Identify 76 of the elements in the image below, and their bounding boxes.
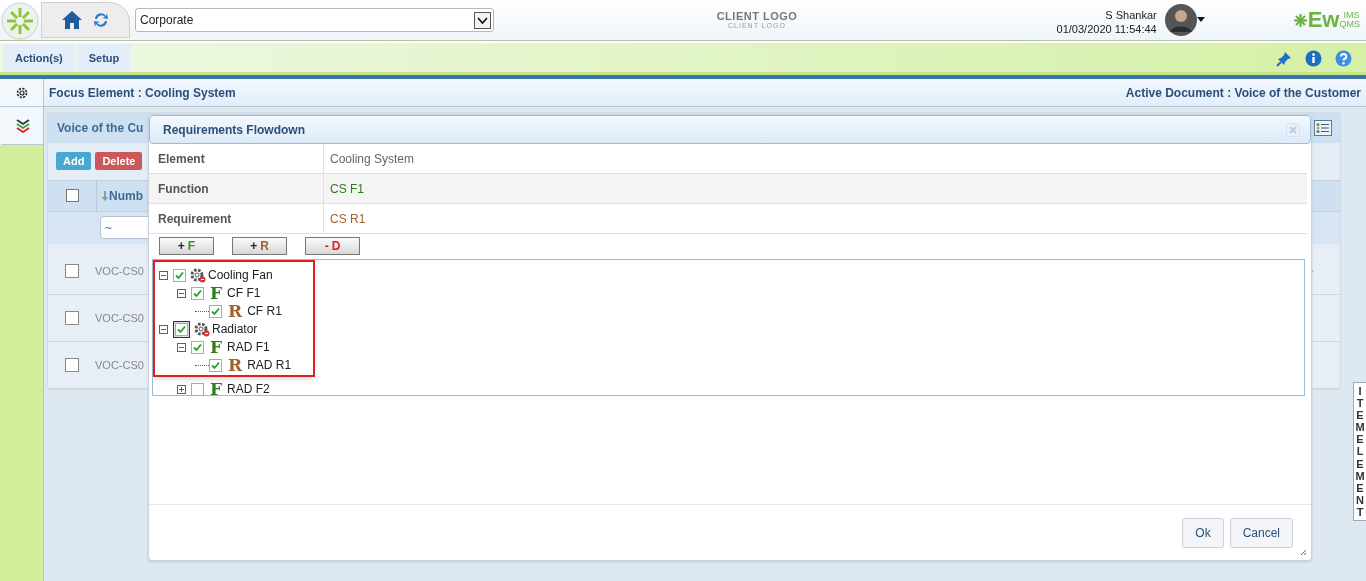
ok-button[interactable]: Ok (1182, 517, 1224, 548)
gear-icon (189, 267, 206, 283)
panel-title: Voice of the Cu (57, 119, 144, 137)
brand-bottom: QMS (1339, 20, 1360, 29)
tree-item[interactable]: Cooling Fan (208, 266, 273, 284)
tree-item[interactable]: Radiator (212, 320, 258, 338)
delete-node-button[interactable]: - D (305, 236, 360, 255)
sidebar-item[interactable] (0, 79, 43, 107)
add-node-button[interactable]: + F (159, 236, 214, 255)
resize-grip-icon[interactable] (1300, 549, 1307, 556)
nav-tab[interactable]: Setup (76, 44, 132, 72)
checkbox[interactable] (191, 340, 204, 354)
table-cell-text: VOC-CS0 (95, 310, 144, 326)
tree-item[interactable]: RAD F1 (227, 338, 270, 356)
nav-tab[interactable]: Action(s) (3, 44, 75, 72)
tree-item[interactable]: RAD R1 (247, 356, 292, 374)
field-label: Function (158, 180, 209, 198)
field-value: CS R1 (330, 210, 366, 228)
tree-item[interactable]: RAD F2 (227, 380, 270, 398)
delete-button[interactable]: Delete (95, 152, 143, 171)
expander-icon[interactable] (177, 342, 186, 352)
checkbox[interactable] (65, 358, 79, 372)
column-header[interactable]: Numb (109, 186, 143, 205)
settings-icon (14, 85, 29, 100)
type-letter: R (228, 357, 243, 373)
home-icon[interactable] (61, 10, 83, 30)
client-logo: CLIENT LOGO (716, 10, 798, 22)
focus-element-label: Focus Element : Cooling System (49, 84, 236, 102)
pin-icon[interactable] (1276, 50, 1292, 67)
field-value: CS F1 (330, 180, 364, 198)
gear-icon (193, 321, 210, 337)
company-select[interactable]: Corporate (135, 8, 494, 32)
checkbox[interactable] (191, 382, 204, 396)
expander-icon[interactable] (177, 384, 186, 394)
cancel-button[interactable]: Cancel (1229, 517, 1293, 548)
field-label: Requirement (158, 210, 232, 228)
field-value: Cooling System (330, 150, 415, 168)
chevrons-down-icon (14, 118, 31, 133)
tree-item[interactable]: CF R1 (247, 302, 282, 320)
type-letter: F (210, 339, 223, 355)
help-icon[interactable] (1335, 50, 1352, 67)
list-icon[interactable] (1314, 120, 1332, 136)
expander-icon[interactable] (177, 288, 186, 298)
checkbox[interactable] (209, 304, 222, 318)
refresh-icon[interactable] (93, 12, 109, 28)
type-letter: F (210, 285, 223, 301)
sidebar-item[interactable] (0, 107, 43, 145)
info-icon[interactable] (1305, 50, 1322, 67)
app-logo[interactable] (1, 1, 39, 40)
add-node-button[interactable]: + R (232, 236, 287, 255)
field-label: Element (158, 150, 205, 168)
date-time: 01/03/2020 11:54:44 (1056, 22, 1157, 36)
user-name: S Shankar (1105, 8, 1157, 22)
type-letter: R (228, 303, 243, 319)
dialog-title: Requirements Flowdown (163, 121, 305, 139)
table-cell-text: VOC-CS0 (95, 263, 144, 279)
checkbox[interactable] (65, 189, 79, 203)
expander-icon[interactable] (159, 324, 168, 334)
active-document-label: Active Document : Voice of the Customer (1125, 84, 1361, 102)
brand-star-icon (1292, 12, 1308, 28)
type-letter: F (210, 381, 223, 397)
brand-top: IMS (1343, 11, 1360, 20)
caret-icon[interactable] (1196, 17, 1205, 23)
tree-item[interactable]: CF F1 (227, 284, 261, 302)
brand-name: Ew (1307, 9, 1340, 31)
checkbox[interactable] (65, 311, 79, 325)
checkbox[interactable] (65, 264, 79, 278)
sort-arrow-icon[interactable] (101, 190, 109, 201)
side-tab[interactable]: ITEM ELEMENT (1353, 382, 1366, 522)
checkbox[interactable] (209, 358, 222, 372)
user-avatar[interactable] (1164, 4, 1197, 36)
expander-icon[interactable] (159, 270, 168, 280)
checkbox[interactable] (191, 286, 204, 300)
select-value: Corporate (140, 12, 194, 29)
table-cell-text: VOC-CS0 (95, 357, 144, 373)
checkbox[interactable] (173, 268, 186, 282)
